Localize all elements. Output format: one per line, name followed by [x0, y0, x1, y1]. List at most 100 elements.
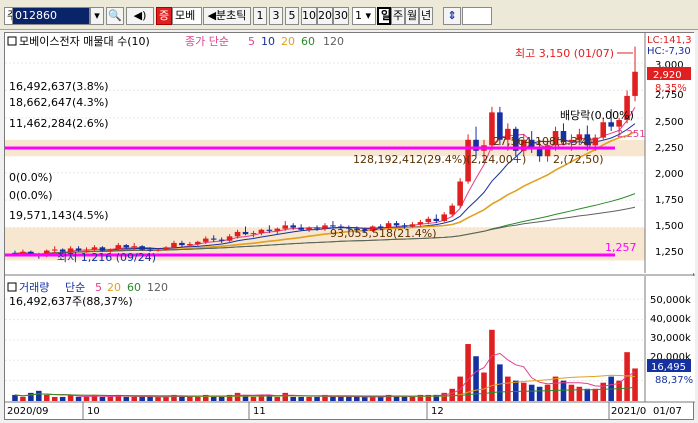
candle-body-52: [425, 218, 432, 223]
volume-bar-30: [250, 396, 257, 401]
volume-bar-48: [393, 396, 400, 401]
volume-bar-17: [147, 396, 153, 401]
price-tick-2: 2,500: [655, 117, 684, 128]
candle-body-56: [457, 181, 463, 206]
volume-bar-71: [576, 386, 583, 401]
price-legend: 모베이스전자 매물대 수(10) 종가 단순 5 10 20 60 120: [7, 35, 344, 48]
volume-bar-8: [75, 396, 82, 401]
triangle-left-icon: ◀: [207, 9, 217, 22]
code-input[interactable]: 012860: [12, 7, 90, 25]
volume-bar-11: [99, 396, 106, 401]
week-button[interactable]: 주: [391, 7, 405, 25]
volume-bar-19: [163, 396, 169, 401]
volume-bar-72: [584, 388, 591, 401]
period-1-label: 1: [256, 9, 264, 22]
period-5-button[interactable]: 5: [285, 7, 299, 25]
volume-bar-61: [497, 364, 503, 401]
volume-bar-41: [338, 396, 344, 401]
volume-bar-3: [36, 390, 42, 401]
updown-button[interactable]: ⇕: [443, 7, 461, 25]
ma-120: 120: [323, 35, 344, 48]
year-label: 년: [420, 9, 432, 22]
vp-label-1: 18,662,647(4.3%): [9, 96, 109, 109]
price-tick-7: 1,250: [655, 247, 684, 258]
period-3-button[interactable]: 3: [269, 7, 283, 25]
chart-title: 모베이스전자 매물대 수(10): [19, 35, 150, 48]
candle-body-22: [187, 244, 193, 246]
candle-body-34: [282, 225, 289, 229]
lc-label: LC:141,3: [647, 35, 692, 46]
volume-bar-26: [218, 396, 225, 401]
volume-current: 16,492,637주(88,37%): [9, 295, 133, 308]
period-5-label: 5: [288, 9, 296, 22]
candle-body-15: [131, 246, 137, 248]
stock-name: 모베: [172, 7, 202, 25]
candle-body-16: [139, 246, 145, 250]
volume-bar-12: [107, 396, 114, 401]
day-button[interactable]: 일: [377, 7, 391, 25]
volume-bar-65: [528, 384, 535, 401]
period-20-label: 20: [318, 9, 332, 22]
candle-body-30: [250, 233, 257, 235]
volume-legend-checkbox[interactable]: [7, 282, 17, 292]
volume-bar-69: [560, 380, 567, 401]
vol-ma-5: 5: [95, 281, 102, 294]
count-input[interactable]: [462, 7, 492, 25]
candle-body-23: [195, 241, 201, 245]
volume-bar-63: [513, 380, 519, 401]
vol-ma-120: 120: [147, 281, 168, 294]
magnifier-icon: 🔍: [108, 9, 122, 22]
vp-mid-label-2: 2,(72,50): [553, 153, 604, 166]
candle-body-39: [322, 225, 328, 229]
period-minute-button[interactable]: ◀분초틱: [203, 7, 251, 25]
candle-body-78: [632, 71, 638, 96]
year-button[interactable]: 년: [419, 7, 433, 25]
month-label: 월: [406, 9, 418, 22]
candle-body-74: [600, 122, 607, 138]
period-10-label: 10: [302, 9, 316, 22]
candle-body-54: [441, 214, 448, 221]
interval-input[interactable]: 1 ▾: [352, 7, 376, 25]
vol-tick-2: 30,000k: [650, 333, 691, 344]
chart-frame[interactable]: 모베이스전자 매물대 수(10) 종가 단순 5 10 20 60 120 16…: [4, 32, 695, 421]
low-annotation: 최저 1,216 (09/24): [57, 251, 156, 264]
vol-tick-1: 40,000k: [650, 314, 691, 325]
volume-bar-37: [306, 396, 312, 401]
vol-ma-20: 20: [107, 281, 121, 294]
chart-svg[interactable]: 모베이스전자 매물대 수(10) 종가 단순 5 10 20 60 120 16…: [5, 33, 695, 421]
volume-bar-74: [600, 382, 607, 401]
ma-20: 20: [281, 35, 295, 48]
badge-button[interactable]: 증: [156, 7, 172, 25]
period-1-button[interactable]: 1: [253, 7, 267, 25]
price-tick-6: 1,500: [655, 221, 684, 232]
speaker-button[interactable]: ◀): [126, 7, 154, 25]
candle-body-37: [306, 227, 312, 230]
search-button[interactable]: 🔍: [106, 7, 124, 25]
code-dropdown-button[interactable]: ▾: [90, 7, 104, 25]
x-tick-3: 12: [431, 406, 444, 417]
vp-label-2: 11,462,284(2.6%): [9, 117, 109, 130]
period-10-button[interactable]: 10: [301, 7, 317, 25]
period-30-button[interactable]: 30: [333, 7, 349, 25]
volume-bar-45: [369, 396, 376, 401]
candle-body-31: [258, 229, 265, 234]
volume-bar-44: [361, 396, 368, 401]
candle-body-14: [123, 245, 130, 248]
candle-body-75: [608, 122, 614, 127]
vp-label-3: 0(0.0%): [9, 171, 53, 184]
volume-bar-22: [187, 396, 193, 401]
volume-bar-18: [155, 396, 161, 401]
volume-current-value: 16,495: [651, 362, 686, 373]
speaker-icon: ◀): [133, 9, 147, 22]
legend-checkbox[interactable]: [7, 36, 17, 46]
volume-bar-49: [401, 396, 408, 401]
volume-bar-67: [544, 384, 551, 401]
ma-10: 10: [261, 35, 275, 48]
volume-bar-43: [354, 396, 360, 401]
period-20-button[interactable]: 20: [317, 7, 333, 25]
candle-body-32: [266, 229, 273, 231]
volume-bar-70: [568, 384, 575, 401]
month-button[interactable]: 월: [405, 7, 419, 25]
volume-bar-35: [290, 396, 296, 401]
candle-body-29: [242, 231, 249, 235]
